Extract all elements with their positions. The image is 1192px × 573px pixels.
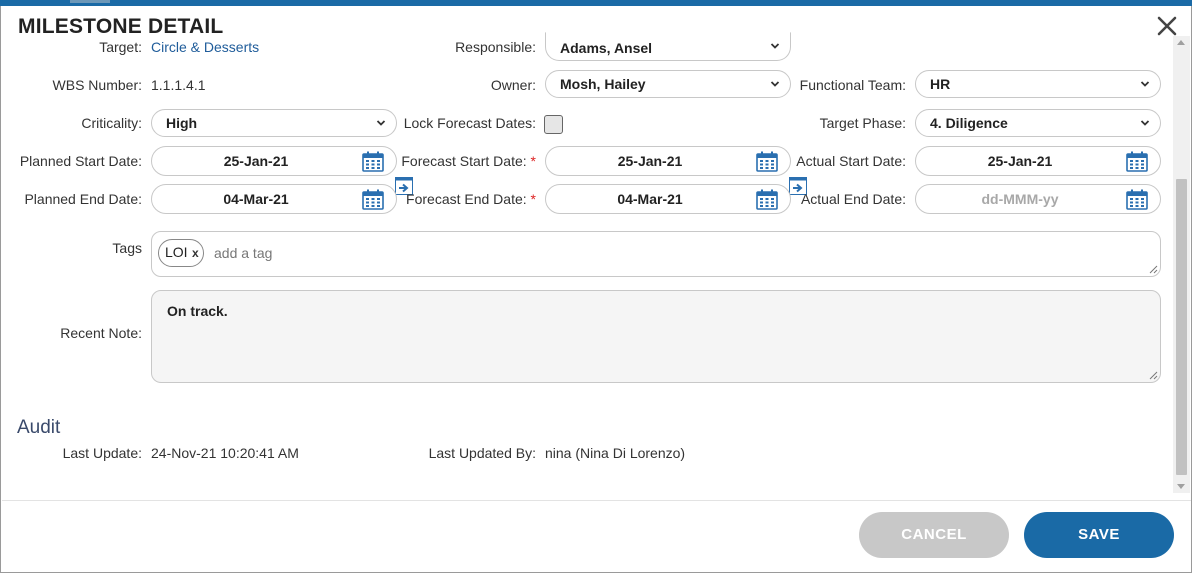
forecast-start-date-input[interactable]: 25-Jan-21 — [545, 146, 791, 176]
vertical-scrollbar[interactable] — [1173, 36, 1190, 493]
planned-end-date-input[interactable]: 04-Mar-21 — [151, 184, 397, 214]
target-link[interactable]: Circle & Desserts — [151, 39, 259, 55]
actual-end-date-input[interactable]: dd-MMM-yy — [915, 184, 1161, 214]
actual-start-date-input[interactable]: 25-Jan-21 — [915, 146, 1161, 176]
responsible-value: Adams, Ansel — [560, 40, 653, 56]
forecast-start-date-value: 25-Jan-21 — [617, 153, 683, 169]
required-mark: * — [530, 153, 536, 169]
wbs-number-value: 1.1.1.4.1 — [151, 77, 206, 93]
calendar-icon[interactable] — [1126, 151, 1148, 172]
recent-note-textarea[interactable]: On track. — [151, 290, 1161, 383]
owner-value: Mosh, Hailey — [560, 76, 646, 92]
calendar-icon[interactable] — [756, 151, 778, 172]
dialog-title: MILESTONE DETAIL — [18, 15, 224, 38]
criticality-value: High — [166, 115, 198, 131]
planned-end-date-value: 04-Mar-21 — [223, 191, 289, 207]
functional-team-select[interactable]: HR — [915, 70, 1161, 98]
calendar-icon[interactable] — [362, 189, 384, 210]
planned-start-date-value: 25-Jan-21 — [223, 153, 289, 169]
functional-team-value: HR — [930, 76, 951, 92]
forecast-end-date-value: 04-Mar-21 — [617, 191, 683, 207]
scroll-down-icon[interactable] — [1177, 484, 1185, 489]
actual-end-date-placeholder: dd-MMM-yy — [981, 191, 1059, 207]
resize-grip-icon[interactable] — [1148, 370, 1158, 380]
owner-label: Owner: — [490, 77, 536, 93]
calendar-icon[interactable] — [362, 151, 384, 172]
last-update-label: Last Update: — [62, 445, 142, 461]
forecast-end-date-label-text: Forecast End Date: — [406, 191, 527, 207]
tags-input[interactable]: LOI x add a tag — [151, 231, 1161, 277]
chevron-down-icon — [1140, 80, 1150, 90]
last-updated-by-label: Last Updated By: — [428, 445, 536, 461]
responsible-label: Responsible: — [455, 39, 536, 55]
add-tag-placeholder[interactable]: add a tag — [214, 245, 272, 261]
chevron-down-icon — [376, 119, 386, 129]
milestone-detail-dialog: MILESTONE DETAIL Target: Circle & Desser… — [0, 6, 1192, 573]
tag-chip-label: LOI — [165, 244, 188, 260]
wbs-number-label: WBS Number: — [52, 77, 142, 93]
criticality-select[interactable]: High — [151, 109, 397, 137]
planned-start-date-label: Planned Start Date: — [19, 153, 142, 169]
cancel-button[interactable]: CANCEL — [859, 512, 1009, 558]
forecast-end-date-input[interactable]: 04-Mar-21 — [545, 184, 791, 214]
audit-heading: Audit — [17, 417, 61, 438]
recent-note-label: Recent Note: — [60, 325, 142, 341]
chevron-down-icon — [770, 80, 780, 90]
actual-start-date-value: 25-Jan-21 — [987, 153, 1053, 169]
tags-label: Tags — [112, 240, 142, 256]
chevron-down-icon — [1140, 119, 1150, 129]
top-bar-notch — [70, 0, 110, 3]
lock-forecast-dates-checkbox[interactable] — [544, 115, 563, 134]
forecast-end-date-label: Forecast End Date: * — [406, 191, 536, 207]
scrollbar-thumb[interactable] — [1176, 179, 1187, 475]
owner-select[interactable]: Mosh, Hailey — [545, 70, 791, 98]
tag-remove-icon[interactable]: x — [192, 246, 199, 260]
planned-end-date-label: Planned End Date: — [24, 191, 142, 207]
target-phase-value: 4. Diligence — [930, 115, 1008, 131]
last-updated-by-value: nina (Nina Di Lorenzo) — [545, 445, 686, 461]
recent-note-value: On track. — [167, 303, 228, 319]
actual-end-date-label: Actual End Date: — [800, 191, 906, 207]
chevron-down-icon — [770, 42, 780, 52]
actual-start-date-label: Actual Start Date: — [796, 153, 906, 169]
responsible-select[interactable]: Adams, Ansel — [545, 32, 791, 61]
target-phase-label: Target Phase: — [819, 115, 906, 131]
tag-chip: LOI x — [158, 239, 204, 267]
footer-divider — [2, 500, 1191, 501]
forecast-start-date-label-text: Forecast Start Date: — [401, 153, 527, 169]
target-label: Target: — [99, 39, 142, 55]
target-phase-select[interactable]: 4. Diligence — [915, 109, 1161, 137]
save-button[interactable]: SAVE — [1024, 512, 1174, 558]
planned-start-date-input[interactable]: 25-Jan-21 — [151, 146, 397, 176]
lock-forecast-dates-label: Lock Forecast Dates: — [403, 115, 536, 131]
required-mark: * — [530, 191, 536, 207]
functional-team-label: Functional Team: — [799, 77, 906, 93]
resize-grip-icon[interactable] — [1148, 264, 1158, 274]
calendar-icon[interactable] — [1126, 189, 1148, 210]
criticality-label: Criticality: — [81, 115, 142, 131]
scroll-up-icon[interactable] — [1177, 40, 1185, 45]
calendar-icon[interactable] — [756, 189, 778, 210]
last-update-value: 24-Nov-21 10:20:41 AM — [151, 445, 299, 461]
forecast-start-date-label: Forecast Start Date: * — [401, 153, 536, 169]
